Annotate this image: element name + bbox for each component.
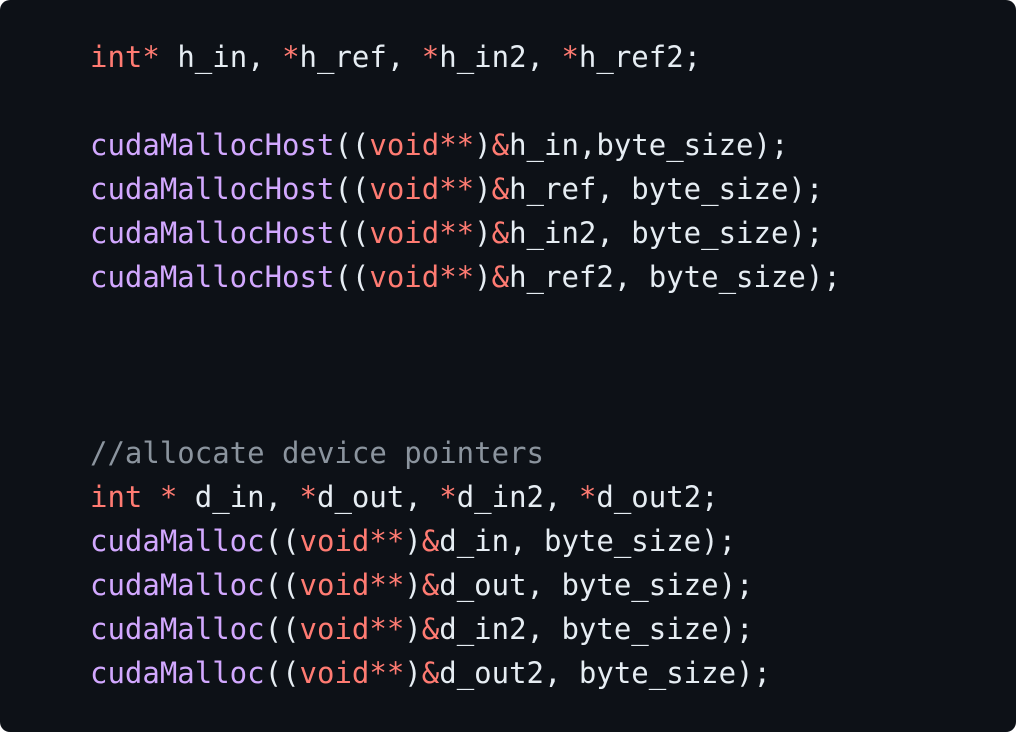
keyword-token: int	[90, 40, 143, 74]
code-line: cudaMallocHost((void**)&h_ref2, byte_siz…	[90, 255, 1016, 299]
keyword-token: *	[561, 40, 579, 74]
function-token: cudaMallocHost	[90, 216, 335, 250]
text-token: )	[404, 612, 422, 646]
keyword-token: void**	[299, 568, 405, 602]
function-token: cudaMalloc	[90, 568, 265, 602]
code-line: cudaMallocHost((void**)&h_ref, byte_size…	[90, 167, 1016, 211]
keyword-token: &	[491, 172, 510, 206]
text-token: ((	[264, 612, 300, 646]
text-token: ((	[264, 656, 300, 690]
function-token: cudaMalloc	[90, 656, 265, 690]
keyword-token: void**	[299, 524, 405, 558]
text-token: )	[404, 568, 422, 602]
function-token: cudaMallocHost	[90, 172, 335, 206]
keyword-token: void**	[299, 612, 405, 646]
text-token: ((	[264, 524, 300, 558]
keyword-token: &	[421, 612, 440, 646]
text-token: h_in,	[159, 40, 283, 74]
function-token: cudaMalloc	[90, 612, 265, 646]
comment-token: //allocate device pointers	[90, 436, 544, 470]
keyword-token: *	[578, 480, 597, 514]
function-token: cudaMallocHost	[90, 260, 335, 294]
code-line: cudaMalloc((void**)&d_in2, byte_size);	[90, 607, 1016, 651]
text-token: h_in2,	[439, 40, 562, 74]
text-token: ((	[334, 128, 370, 162]
keyword-token: void**	[369, 260, 475, 294]
keyword-token: &	[421, 656, 440, 690]
text-token: )	[474, 172, 492, 206]
text-token: ((	[334, 260, 370, 294]
code-line: cudaMalloc((void**)&d_out2, byte_size);	[90, 651, 1016, 695]
text-token: d_in2,	[456, 480, 579, 514]
keyword-token: &	[421, 568, 440, 602]
code-line: cudaMallocHost((void**)&h_in,byte_size);	[90, 123, 1016, 167]
keyword-token: void**	[369, 172, 475, 206]
text-token: d_out,	[317, 480, 440, 514]
code-line: //allocate device pointers	[90, 431, 1016, 475]
text-token: ((	[334, 216, 370, 250]
keyword-token: *	[159, 480, 178, 514]
keyword-token: void**	[369, 128, 475, 162]
keyword-token: *	[282, 40, 300, 74]
keyword-token: &	[421, 524, 440, 558]
text-token: d_out2, byte_size);	[439, 656, 771, 690]
text-token: )	[474, 216, 492, 250]
text-token: h_in2, byte_size);	[509, 216, 824, 250]
code-line: cudaMalloc((void**)&d_out, byte_size);	[90, 563, 1016, 607]
keyword-token: int	[90, 480, 143, 514]
text-token: ((	[334, 172, 370, 206]
text-token: d_in,	[177, 480, 300, 514]
text-token: )	[474, 128, 492, 162]
keyword-token: void**	[299, 656, 405, 690]
keyword-token: &	[491, 260, 510, 294]
text-token: d_out2;	[596, 480, 719, 514]
code-line: int * d_in, *d_out, *d_in2, *d_out2;	[90, 475, 1016, 519]
text-token: h_ref,	[299, 40, 422, 74]
code-line: int* h_in, *h_ref, *h_in2, *h_ref2;	[90, 35, 1016, 79]
function-token: cudaMallocHost	[90, 128, 335, 162]
text-token: d_out, byte_size);	[439, 568, 754, 602]
text-token: )	[404, 656, 422, 690]
code-block: int* h_in, *h_ref, *h_in2, *h_ref2; cudaM…	[0, 0, 1016, 732]
code-lines: int* h_in, *h_ref, *h_in2, *h_ref2; cudaM…	[90, 35, 1016, 695]
text-token: )	[404, 524, 422, 558]
text-token: h_ref2;	[578, 40, 702, 74]
text-token: h_ref, byte_size);	[509, 172, 824, 206]
function-token: cudaMalloc	[90, 524, 265, 558]
text-token: h_in,byte_size);	[509, 128, 789, 162]
text-token: h_ref2, byte_size);	[509, 260, 841, 294]
code-line: cudaMallocHost((void**)&h_in2, byte_size…	[90, 211, 1016, 255]
keyword-token: *	[421, 40, 440, 74]
keyword-token: &	[491, 216, 510, 250]
keyword-token: void**	[369, 216, 475, 250]
text-token: ((	[264, 568, 300, 602]
keyword-token: &	[491, 128, 510, 162]
text-token: d_in, byte_size);	[439, 524, 737, 558]
code-line: cudaMalloc((void**)&d_in, byte_size);	[90, 519, 1016, 563]
text-token: )	[474, 260, 492, 294]
keyword-token: *	[299, 480, 318, 514]
text-token: d_in2, byte_size);	[439, 612, 754, 646]
keyword-token: *	[142, 40, 160, 74]
keyword-token: *	[439, 480, 457, 514]
